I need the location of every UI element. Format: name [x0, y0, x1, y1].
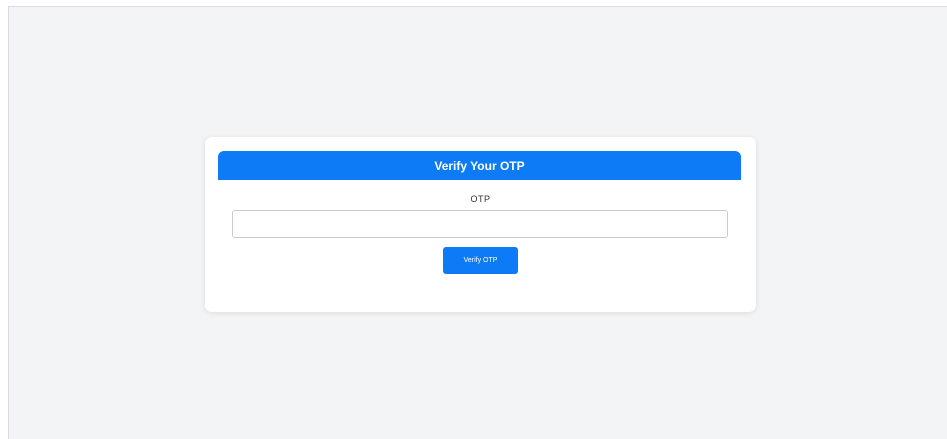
otp-label: OTP — [470, 194, 491, 204]
card-title: Verify Your OTP — [434, 158, 525, 173]
card-header: Verify Your OTP — [218, 151, 741, 180]
otp-input[interactable] — [232, 210, 728, 238]
verify-otp-button[interactable]: Verify OTP — [443, 247, 518, 274]
otp-card: Verify Your OTP OTP Verify OTP — [205, 137, 756, 312]
page-background: Verify Your OTP OTP Verify OTP — [8, 6, 947, 439]
